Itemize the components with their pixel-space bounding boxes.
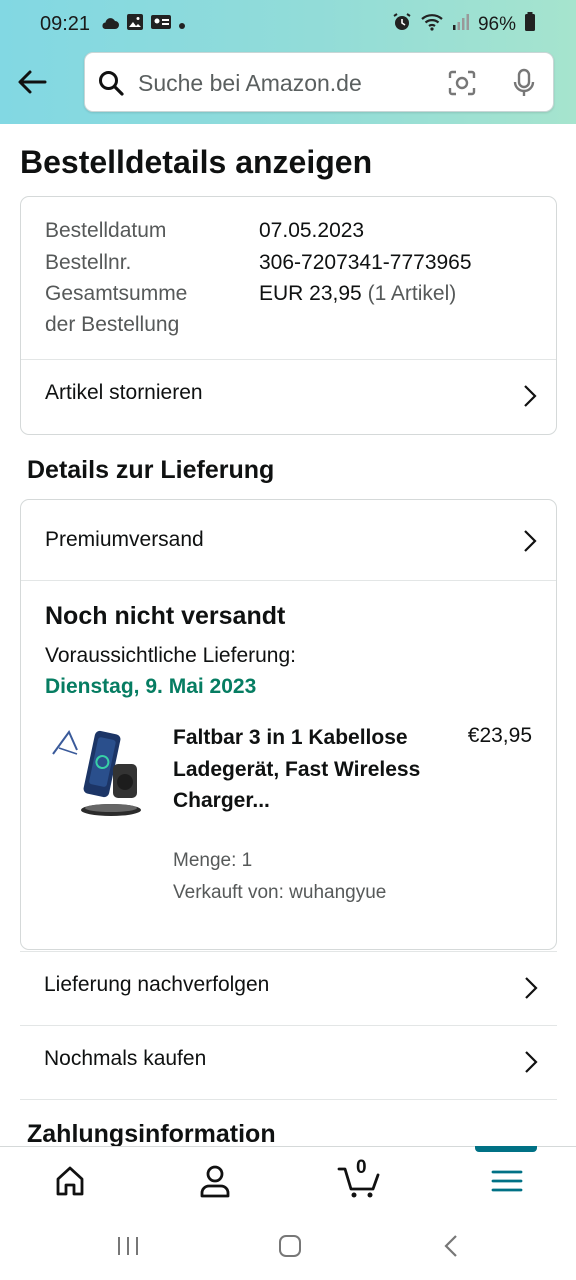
delivery-estimate-label: Voraussichtliche Lieferung:: [45, 644, 296, 667]
microphone-icon[interactable]: [511, 68, 537, 103]
order-date-label: Bestelldatum: [45, 219, 167, 242]
shipment-status: Noch nicht versandt: [45, 602, 286, 630]
cancel-items-row[interactable]: Artikel stornieren: [21, 359, 556, 435]
page-title: Bestelldetails anzeigen: [20, 144, 373, 180]
bottom-navigation: 0: [0, 1146, 576, 1214]
cancel-items-label: Artikel stornieren: [45, 381, 203, 404]
app-header: 09:21 96% Suche bei Amazon.de: [0, 0, 576, 124]
buy-again-row[interactable]: Nochmals kaufen: [20, 1025, 557, 1099]
account-icon[interactable]: [195, 1163, 235, 1199]
back-button-icon[interactable]: [442, 1234, 460, 1263]
wifi-icon: [420, 12, 444, 38]
delivery-heading: Details zur Lieferung: [27, 456, 275, 484]
cart-count: 0: [356, 1157, 367, 1178]
order-item-count: (1 Artikel): [367, 282, 457, 305]
product-seller: Verkauft von: wuhangyue: [173, 882, 387, 903]
dot-icon: [178, 14, 186, 36]
order-number-label: Bestellnr.: [45, 251, 132, 274]
order-total-label-2: der Bestellung: [45, 313, 180, 336]
alarm-icon: [392, 12, 412, 38]
shipping-method-row[interactable]: Premiumversand: [21, 500, 556, 576]
product-price: €23,95: [467, 724, 532, 747]
gallery-icon: [126, 13, 144, 37]
home-button-icon[interactable]: [278, 1234, 302, 1263]
product-image[interactable]: [47, 724, 143, 820]
order-total-value: EUR 23,95: [259, 282, 362, 305]
contact-card-icon: [150, 13, 172, 37]
track-delivery-label: Lieferung nachverfolgen: [44, 973, 270, 996]
search-icon: [97, 69, 125, 102]
search-input[interactable]: Suche bei Amazon.de: [138, 70, 362, 97]
payment-heading: Zahlungsinformation: [27, 1120, 276, 1148]
order-total-label-1: Gesamtsumme: [45, 282, 188, 305]
status-system-icons: 96%: [392, 12, 536, 38]
order-date-value: 07.05.2023: [259, 219, 365, 242]
delivery-card: Premiumversand Noch nicht versandt Vorau…: [20, 499, 557, 950]
camera-lens-icon[interactable]: [447, 69, 477, 102]
menu-icon[interactable]: [487, 1163, 527, 1199]
chevron-right-icon: [523, 1049, 539, 1075]
active-tab-indicator: [475, 1146, 537, 1152]
cloud-icon: [100, 14, 120, 36]
order-total-value-wrap: EUR 23,95 (1 Artikel): [259, 282, 456, 306]
buy-again-label: Nochmals kaufen: [44, 1047, 207, 1070]
shipping-method-label: Premiumversand: [45, 528, 204, 551]
home-icon[interactable]: [50, 1163, 90, 1199]
search-bar[interactable]: Suche bei Amazon.de: [84, 52, 554, 112]
order-summary-card: Bestelldatum 07.05.2023 Bestellnr. 306-7…: [20, 196, 557, 435]
status-bar: 09:21 96%: [0, 0, 576, 46]
status-notification-icons: [100, 13, 186, 37]
track-delivery-row[interactable]: Lieferung nachverfolgen: [20, 951, 557, 1025]
product-title[interactable]: Faltbar 3 in 1 Kabellose Ladegerät, Fast…: [173, 722, 433, 817]
cart-icon[interactable]: 0: [336, 1157, 382, 1199]
battery-percent: 96%: [477, 14, 516, 35]
system-navigation-bar: [0, 1214, 576, 1280]
battery-icon: [524, 12, 536, 38]
chevron-right-icon: [522, 383, 538, 409]
status-time: 09:21: [40, 13, 91, 35]
delivery-estimate-date: Dienstag, 9. Mai 2023: [45, 675, 257, 698]
chevron-right-icon: [522, 528, 538, 554]
product-quantity: Menge: 1: [173, 850, 253, 871]
chevron-right-icon: [523, 975, 539, 1001]
divider: [21, 580, 556, 581]
back-arrow-icon[interactable]: [14, 64, 50, 100]
recent-apps-icon[interactable]: [116, 1234, 140, 1263]
signal-icon: [452, 13, 470, 37]
divider: [20, 1099, 557, 1100]
order-number-value: 306-7207341-7773965: [259, 251, 472, 274]
